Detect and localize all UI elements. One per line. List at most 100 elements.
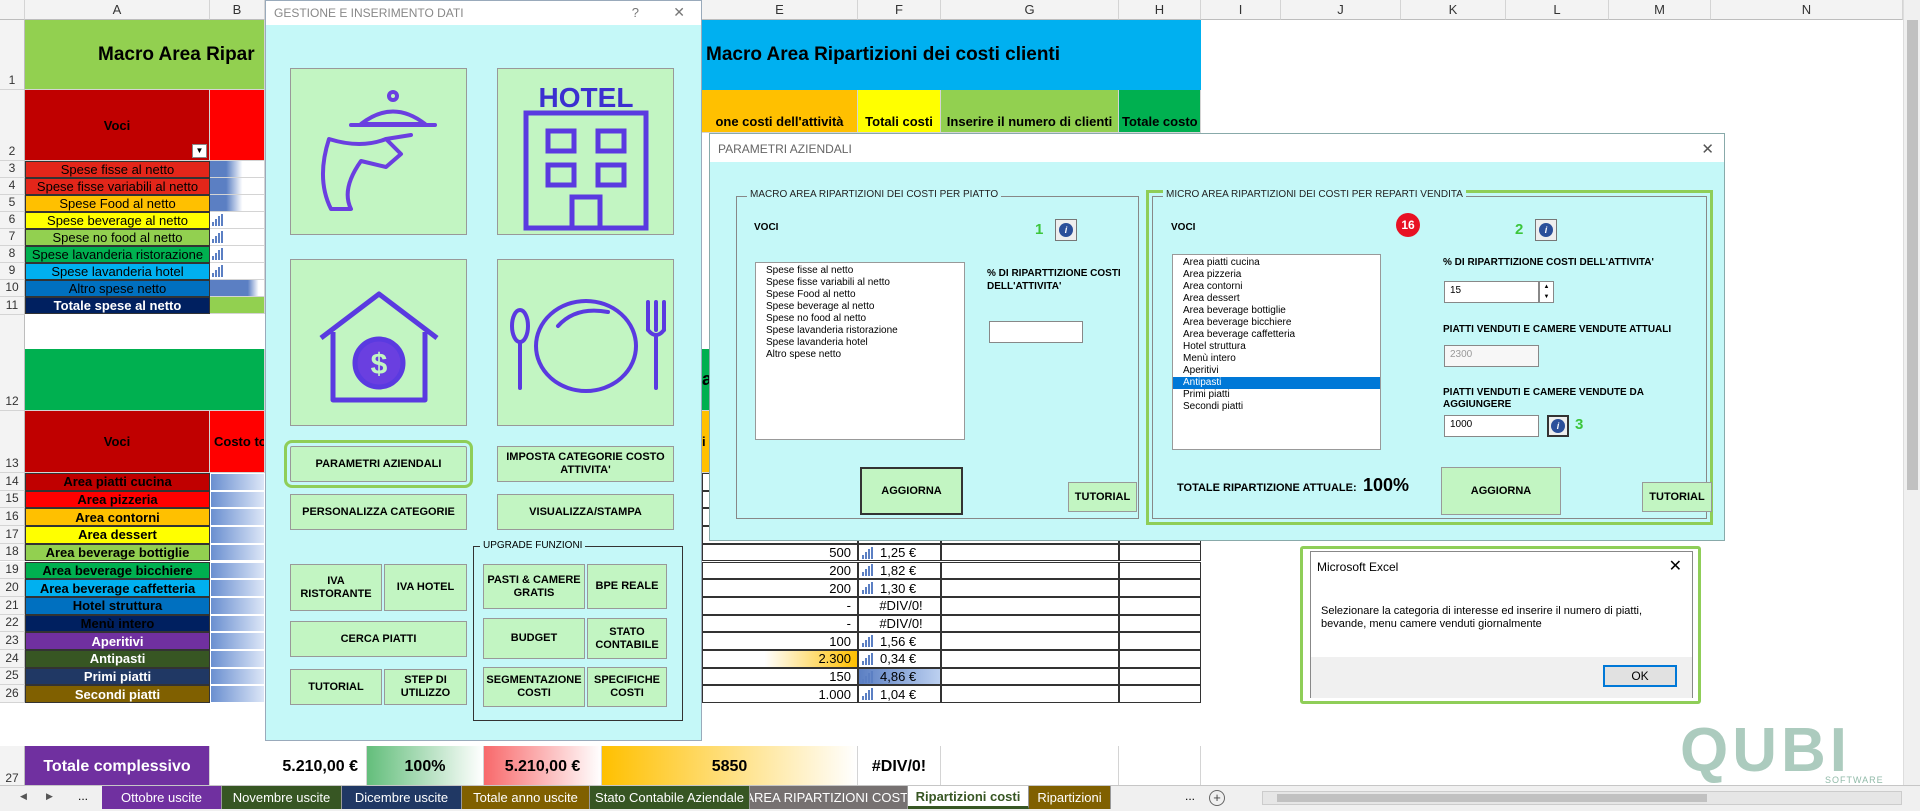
b2-header[interactable] — [210, 90, 265, 161]
bpe-reale-button[interactable]: BPE REALE — [587, 564, 667, 609]
row-header[interactable]: 15 — [0, 490, 25, 509]
spese-label-cell[interactable]: Spese no food al netto — [25, 229, 210, 246]
area-bar-cell[interactable] — [210, 650, 265, 668]
area-label-cell[interactable]: Area pizzeria — [25, 490, 210, 509]
area-empty-cell[interactable] — [1119, 667, 1201, 686]
row-header[interactable]: 27 — [0, 746, 25, 785]
iva-ristorante-button[interactable]: IVA RISTORANTE — [290, 564, 382, 611]
parametri-dialog[interactable]: PARAMETRI AZIENDALI ✕ MACRO AREA RIPARTI… — [709, 133, 1725, 541]
column-header[interactable]: E — [702, 0, 858, 20]
row-header[interactable]: 9 — [0, 263, 25, 280]
column-header[interactable]: K — [1401, 0, 1506, 20]
money-house-tile[interactable]: $ — [290, 259, 467, 426]
area-bar-cell[interactable] — [210, 473, 265, 491]
area-bar-cell[interactable] — [210, 508, 265, 527]
macro-aggiorna-button[interactable]: AGGIORNA — [860, 467, 963, 515]
row-header[interactable]: 4 — [0, 178, 25, 195]
area-venduti-cell[interactable]: - — [702, 614, 858, 633]
row-header[interactable]: 3 — [0, 161, 25, 178]
spese-label-cell[interactable]: Altro spese netto — [25, 280, 210, 297]
list-item[interactable]: Secondi piatti — [1183, 401, 1370, 413]
area-costo-cell[interactable]: 1,04 € — [858, 685, 941, 704]
personalizza-categorie-button[interactable]: PERSONALIZZA CATEGORIE — [290, 494, 467, 530]
spese-label-cell[interactable]: Spese fisse variabili al netto — [25, 178, 210, 195]
sheet-tab[interactable]: Ripartizioni — [1029, 786, 1111, 809]
area-empty-cell[interactable] — [1119, 596, 1201, 615]
spese-label-cell[interactable]: Spese lavanderia ristorazione — [25, 246, 210, 263]
segmentazione-costi-button[interactable]: SEGMENTAZIONE COSTI — [483, 667, 585, 707]
f2-header[interactable]: Totali costi — [858, 90, 941, 133]
row-header[interactable]: 12 — [0, 315, 25, 411]
total-b[interactable]: 5.210,00 € — [210, 746, 367, 785]
row-header[interactable]: 25 — [0, 667, 25, 686]
costo-header[interactable]: Costo to — [210, 411, 265, 473]
area-venduti-cell[interactable]: - — [702, 596, 858, 615]
area-empty-cell[interactable] — [941, 685, 1119, 704]
area-costo-cell[interactable]: 0,34 € — [858, 650, 941, 668]
gestione-dialog[interactable]: GESTIONE E INSERIMENTO DATI ? ✕ HOTEL $ … — [265, 0, 702, 741]
add-sheet-button[interactable]: + — [1209, 790, 1225, 806]
area-costo-cell[interactable]: 1,56 € — [858, 632, 941, 650]
area-venduti-cell[interactable]: 2.300 — [702, 650, 858, 668]
column-header[interactable]: N — [1711, 0, 1903, 20]
horizontal-scrollbar[interactable] — [1262, 791, 1902, 805]
area-bar-cell[interactable] — [210, 490, 265, 509]
iva-hotel-button[interactable]: IVA HOTEL — [384, 564, 467, 611]
row-header[interactable]: 1 — [0, 20, 25, 90]
area-label-cell[interactable]: Area beverage caffetteria — [25, 579, 210, 597]
list-item[interactable]: Aperitivi — [1183, 365, 1370, 377]
area-empty-cell[interactable] — [1119, 561, 1201, 580]
area-venduti-cell[interactable]: 500 — [702, 543, 858, 562]
title-cell-right[interactable]: Macro Area Ripartizioni dei costi client… — [702, 20, 1201, 90]
list-item[interactable]: Spese fisse al netto — [766, 265, 954, 277]
micro-voci-list[interactable]: Area piatti cucina Area pizzeria Area cont… — [1172, 254, 1381, 450]
area-label-cell[interactable]: Secondi piatti — [25, 685, 210, 704]
list-item[interactable]: Area beverage bicchiere — [1183, 317, 1370, 329]
area-costo-cell[interactable]: #DIV/0! — [858, 614, 941, 633]
help-button[interactable]: ? — [632, 5, 639, 20]
voci-header-2[interactable]: Voci — [25, 411, 210, 473]
column-header[interactable]: B — [210, 0, 265, 20]
area-bar-cell[interactable] — [210, 614, 265, 633]
area-label-cell[interactable]: Area beverage bicchiere — [25, 561, 210, 580]
step-utilizzo-button[interactable]: STEP DI UTILIZZO — [384, 669, 467, 705]
imposta-categorie-button[interactable]: IMPOSTA CATEGORIE COSTO ATTIVITA' — [497, 446, 674, 482]
spese-bar-cell[interactable] — [210, 297, 265, 314]
row-header[interactable]: 16 — [0, 508, 25, 527]
row-header[interactable]: 26 — [0, 685, 25, 704]
h-scroll-thumb[interactable] — [1277, 794, 1707, 802]
row-header[interactable]: 18 — [0, 543, 25, 562]
area-empty-cell[interactable] — [941, 614, 1119, 633]
micro-aggiorna-button[interactable]: AGGIORNA — [1441, 467, 1561, 515]
area-bar-cell[interactable] — [210, 667, 265, 686]
list-item[interactable]: Area piatti cucina — [1183, 257, 1370, 269]
row-header[interactable]: 13 — [0, 411, 25, 473]
visualizza-stampa-button[interactable]: VISUALIZZA/STAMPA — [497, 494, 674, 530]
stato-contabile-button[interactable]: STATO CONTABILE — [587, 618, 667, 659]
area-empty-cell[interactable] — [1119, 614, 1201, 633]
excel-message-box[interactable]: Microsoft Excel ✕ Selezionare la categor… — [1310, 551, 1693, 698]
area-empty-cell[interactable] — [941, 650, 1119, 668]
total-f[interactable]: #DIV/0! — [858, 746, 941, 785]
row-header[interactable]: 22 — [0, 614, 25, 633]
voci-header[interactable]: Voci — [25, 90, 210, 161]
column-header[interactable]: H — [1119, 0, 1201, 20]
macro-info-button[interactable]: i — [1055, 219, 1077, 241]
spese-bar-cell[interactable] — [210, 246, 265, 263]
spese-label-cell[interactable]: Spese Food al netto — [25, 195, 210, 212]
vertical-scrollbar[interactable] — [1903, 0, 1920, 785]
area-label-cell[interactable]: Area dessert — [25, 526, 210, 544]
row-header[interactable]: 24 — [0, 650, 25, 668]
select-all-corner[interactable] — [0, 0, 25, 20]
area-empty-cell[interactable] — [941, 579, 1119, 597]
list-item[interactable]: Spese beverage al netto — [766, 301, 954, 313]
list-item[interactable]: Area dessert — [1183, 293, 1370, 305]
venduti-input[interactable]: 2300 — [1444, 345, 1539, 367]
total-label[interactable]: Totale complessivo — [25, 746, 210, 785]
area-empty-cell[interactable] — [941, 543, 1119, 562]
spese-bar-cell[interactable] — [210, 178, 265, 195]
row-header[interactable]: 23 — [0, 632, 25, 650]
area-empty-cell[interactable] — [941, 632, 1119, 650]
msgbox-ok-button[interactable]: OK — [1603, 665, 1677, 687]
g2-header[interactable]: Inserire il numero di clienti — [941, 90, 1119, 133]
